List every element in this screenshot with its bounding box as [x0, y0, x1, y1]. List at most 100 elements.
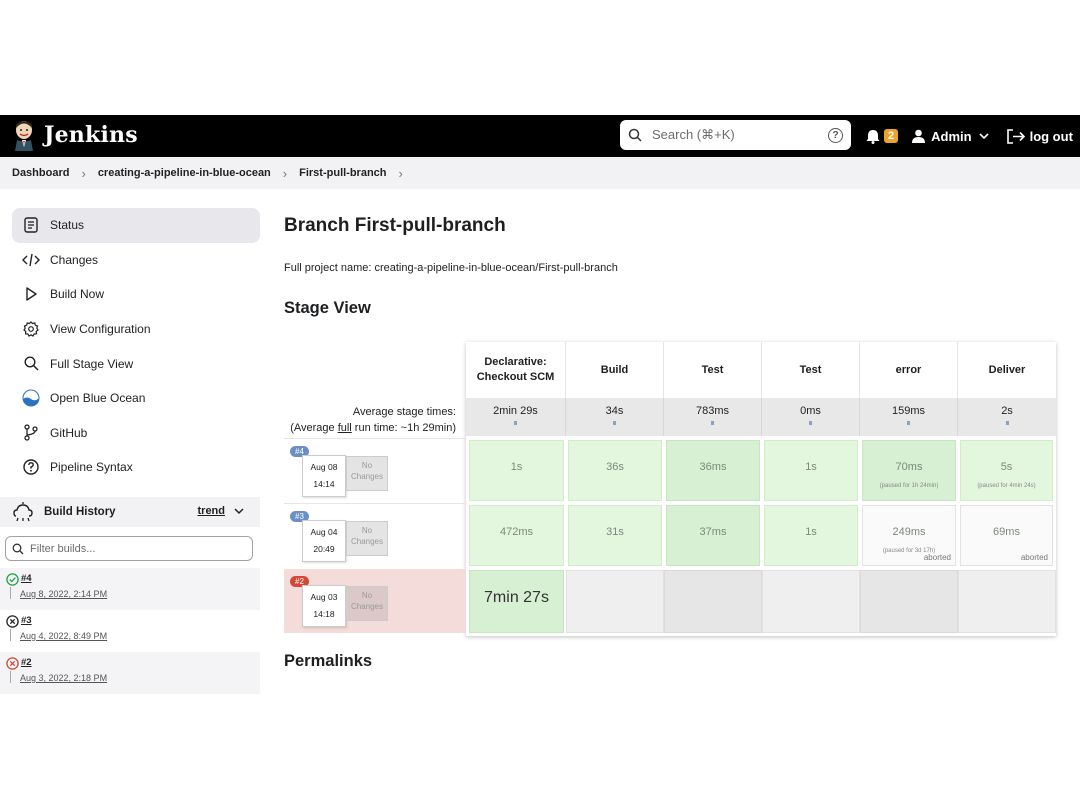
- average-bar-tick: [711, 421, 714, 425]
- stage-cell[interactable]: 31s: [568, 505, 662, 566]
- no-changes-box: No Changes: [346, 521, 388, 556]
- chevron-down-icon: [234, 508, 244, 515]
- average-bar-tick: [514, 421, 517, 425]
- logout-button[interactable]: log out: [1006, 128, 1073, 144]
- notification-badge[interactable]: 2: [884, 129, 899, 143]
- sidebar-item-status[interactable]: Status: [12, 208, 260, 243]
- sidebar-item-label: Open Blue Ocean: [50, 391, 146, 406]
- stage-cell-empty: [958, 570, 1056, 633]
- sidebar-item-changes[interactable]: Changes: [12, 243, 260, 278]
- logout-icon: [1006, 128, 1025, 144]
- build-number-link[interactable]: #2: [21, 657, 32, 668]
- stage-cell[interactable]: 69ms aborted: [960, 505, 1053, 566]
- sidebar-item-label: View Configuration: [50, 322, 151, 337]
- trend-link[interactable]: trend: [198, 505, 245, 517]
- build-history-row[interactable]: #2 Aug 3, 2022, 2:18 PM: [0, 652, 260, 694]
- breadcrumb-project[interactable]: creating-a-pipeline-in-blue-ocean: [98, 167, 271, 179]
- average-bar-tick: [907, 421, 910, 425]
- run-date: Aug 08: [310, 462, 338, 472]
- stage-cell[interactable]: 1s: [469, 440, 564, 501]
- top-header: Jenkins Search (⌘+K) ? 2 Admin log out: [0, 115, 1080, 157]
- user-menu[interactable]: Admin: [912, 129, 989, 144]
- stage-cell[interactable]: 5s (paused for 4min 24s): [960, 440, 1053, 501]
- sidebar-item-github[interactable]: GitHub: [12, 416, 260, 451]
- sidebar-item-build-now[interactable]: Build Now: [12, 277, 260, 312]
- avg-stage-label: Average stage times:: [352, 406, 456, 418]
- stage-cell[interactable]: 249ms (paused for 3d 17h) aborted: [862, 505, 956, 566]
- sidebar-item-view-configuration[interactable]: View Configuration: [12, 312, 260, 347]
- stage-cell[interactable]: 37ms: [666, 505, 760, 566]
- stage-cell[interactable]: 1s: [764, 440, 858, 501]
- run-date: Aug 04: [310, 527, 338, 537]
- build-date-card[interactable]: Aug 04 20:49: [302, 520, 346, 562]
- stage-duration: 1s: [805, 526, 817, 538]
- jenkins-logo[interactable]: Jenkins: [12, 119, 138, 151]
- stage-view-heading: Stage View: [284, 299, 371, 317]
- stage-duration: 1s: [805, 461, 817, 473]
- timeline-divider: [10, 629, 11, 641]
- aborted-label: aborted: [1020, 553, 1048, 562]
- stage-cell[interactable]: 7min 27s: [469, 570, 564, 633]
- sidebar-item-label: Pipeline Syntax: [50, 460, 133, 475]
- run-row-3: #3 Aug 04 20:49 No Changes: [284, 503, 466, 568]
- stage-header: Build: [566, 342, 664, 398]
- stage-cell[interactable]: 70ms (paused for 1h 24min): [862, 440, 956, 501]
- stage-duration: 37ms: [699, 526, 727, 538]
- average-bar-tick: [809, 421, 812, 425]
- breadcrumb-branch[interactable]: First-pull-branch: [299, 167, 386, 179]
- build-date-link[interactable]: Aug 8, 2022, 2:14 PM: [20, 589, 107, 599]
- bell-icon[interactable]: [866, 129, 880, 144]
- stage-header: Declarative: Checkout SCM: [466, 342, 566, 398]
- breadcrumb: Dashboard › creating-a-pipeline-in-blue-…: [0, 157, 1080, 189]
- full-project-name: Full project name: creating-a-pipeline-i…: [284, 262, 618, 274]
- avg-run-suffix: run time: ~1h 29min): [351, 422, 456, 434]
- stage-header: Deliver: [958, 342, 1056, 398]
- user-icon: [912, 129, 926, 143]
- build-date-link[interactable]: Aug 3, 2022, 2:18 PM: [20, 673, 107, 683]
- code-icon: [22, 251, 40, 269]
- stage-cell[interactable]: 1s: [764, 505, 858, 566]
- stage-duration: 36ms: [699, 461, 727, 473]
- avg-run-time-label: (Average full run time: ~1h 29min): [256, 420, 456, 436]
- stage-average: 783ms: [664, 398, 762, 436]
- build-date-card[interactable]: Aug 08 14:14: [302, 455, 346, 497]
- breadcrumb-chevron-icon[interactable]: ›: [399, 166, 403, 181]
- stage-average-value: 783ms: [695, 405, 730, 417]
- blue-ocean-icon: [22, 389, 40, 407]
- search-icon: [22, 355, 40, 373]
- help-icon: [22, 458, 40, 476]
- stage-average-value: 2s: [1001, 405, 1013, 417]
- jenkins-butler-icon: [12, 119, 36, 151]
- gear-icon: [22, 320, 40, 338]
- build-date-link[interactable]: Aug 4, 2022, 8:49 PM: [20, 631, 107, 641]
- build-date-card[interactable]: Aug 03 14:18: [302, 585, 346, 627]
- stage-duration: 7min 27s: [484, 589, 549, 606]
- full-run-link[interactable]: full: [338, 422, 352, 434]
- stage-duration: 472ms: [499, 526, 534, 538]
- no-changes-box: No Changes: [346, 586, 388, 621]
- stage-cell[interactable]: 36ms: [666, 440, 760, 501]
- stage-view-table: Declarative: Checkout SCM Build Test Tes…: [466, 342, 1056, 636]
- build-number-link[interactable]: #3: [21, 615, 32, 626]
- build-history-row[interactable]: #4 Aug 8, 2022, 2:14 PM: [0, 568, 260, 610]
- stage-duration: 249ms: [892, 526, 926, 538]
- breadcrumb-dashboard[interactable]: Dashboard: [12, 167, 69, 179]
- stage-average: 34s: [566, 398, 664, 436]
- filter-builds-input[interactable]: Filter builds...: [5, 536, 253, 561]
- search-input[interactable]: Search (⌘+K): [652, 127, 828, 143]
- search-help-icon[interactable]: ?: [828, 127, 843, 143]
- sidebar-item-label: Full Stage View: [50, 356, 134, 371]
- stage-cell[interactable]: 36s: [568, 440, 662, 501]
- filter-placeholder: Filter builds...: [30, 542, 96, 555]
- sidebar-item-open-blue-ocean[interactable]: Open Blue Ocean: [12, 381, 260, 416]
- sidebar-item-full-stage-view[interactable]: Full Stage View: [12, 346, 260, 381]
- search-box[interactable]: Search (⌘+K) ?: [620, 120, 851, 150]
- build-number-link[interactable]: #4: [21, 573, 32, 584]
- stage-cell[interactable]: 472ms: [469, 505, 564, 566]
- build-history-row[interactable]: #3 Aug 4, 2022, 8:49 PM: [0, 610, 260, 652]
- failed-icon: [6, 657, 19, 670]
- permalinks-heading: Permalinks: [284, 652, 373, 670]
- sidebar-item-pipeline-syntax[interactable]: Pipeline Syntax: [12, 450, 260, 485]
- brand-name: Jenkins: [44, 122, 138, 148]
- stage-header: error: [860, 342, 958, 398]
